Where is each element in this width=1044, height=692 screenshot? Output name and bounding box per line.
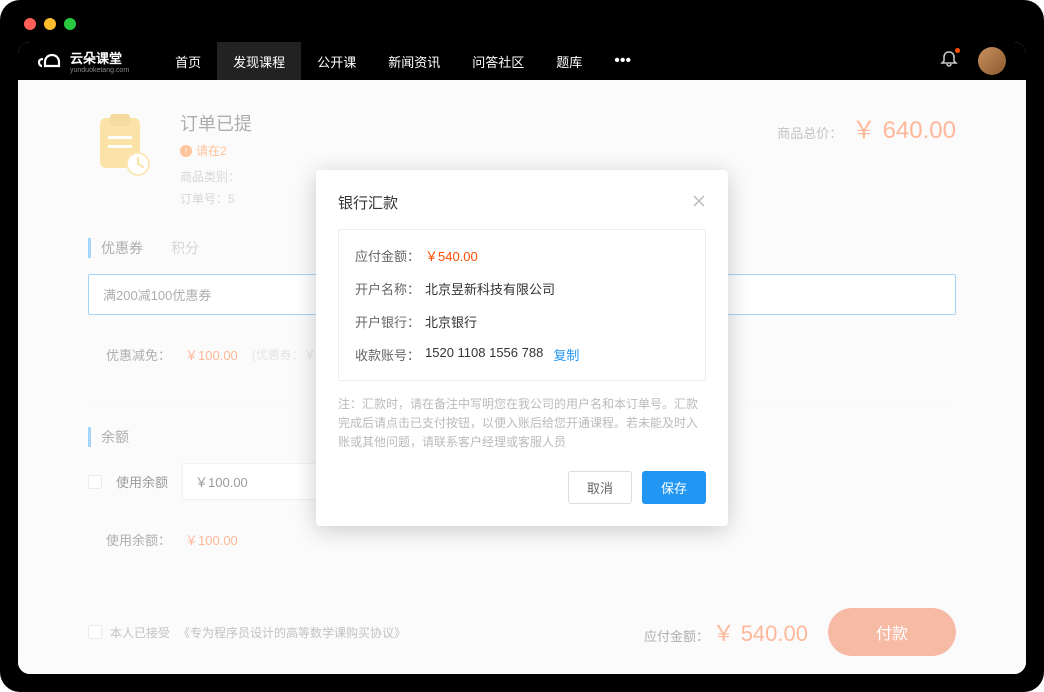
modal-amount-label: 应付金额：	[355, 246, 425, 265]
logo[interactable]: 云朵课堂 yunduoketang.com	[38, 48, 129, 74]
nav-public-courses[interactable]: 公开课	[301, 42, 372, 80]
modal-close-button[interactable]	[692, 192, 706, 213]
modal-title: 银行汇款	[338, 192, 398, 213]
nav-news[interactable]: 新闻资讯	[372, 42, 456, 80]
modal-note: 注：汇款时，请在备注中写明您在我公司的用户名和本订单号。汇款完成后请点击已支付按…	[338, 395, 706, 453]
user-avatar[interactable]	[978, 47, 1006, 75]
close-window[interactable]	[24, 18, 36, 30]
notifications-button[interactable]	[940, 50, 958, 73]
modal-account-name-value: 北京昱新科技有限公司	[425, 279, 555, 298]
modal-save-button[interactable]: 保存	[642, 471, 706, 504]
modal-account-no-value: 1520 1108 1556 788	[425, 345, 543, 364]
modal-bank-label: 开户银行：	[355, 312, 425, 331]
modal-account-no-label: 收款账号：	[355, 345, 425, 364]
notification-dot	[955, 48, 960, 53]
minimize-window[interactable]	[44, 18, 56, 30]
nav-discover[interactable]: 发现课程	[217, 42, 301, 80]
logo-subtitle: yunduoketang.com	[70, 67, 129, 74]
logo-cloud-icon	[38, 50, 64, 72]
header-bar: 云朵课堂 yunduoketang.com 首页 发现课程 公开课 新闻资讯 问…	[18, 42, 1026, 80]
logo-text: 云朵课堂	[70, 48, 129, 67]
close-icon	[692, 194, 706, 208]
modal-bank-value: 北京银行	[425, 312, 477, 331]
nav-home[interactable]: 首页	[159, 42, 217, 80]
nav-qa[interactable]: 问答社区	[456, 42, 540, 80]
modal-account-name-label: 开户名称：	[355, 279, 425, 298]
modal-cancel-button[interactable]: 取消	[568, 471, 632, 504]
nav-question-bank[interactable]: 题库	[540, 42, 598, 80]
bank-transfer-modal: 银行汇款 应付金额： ￥540.00 开户名称： 北京昱新科技有限公司	[316, 170, 728, 526]
maximize-window[interactable]	[64, 18, 76, 30]
window-controls	[24, 18, 76, 30]
nav-more[interactable]: •••	[598, 42, 647, 80]
modal-amount-value: ￥540.00	[425, 246, 478, 265]
main-nav: 首页 发现课程 公开课 新闻资讯 问答社区 题库 •••	[159, 42, 647, 80]
copy-account-button[interactable]: 复制	[553, 345, 579, 364]
